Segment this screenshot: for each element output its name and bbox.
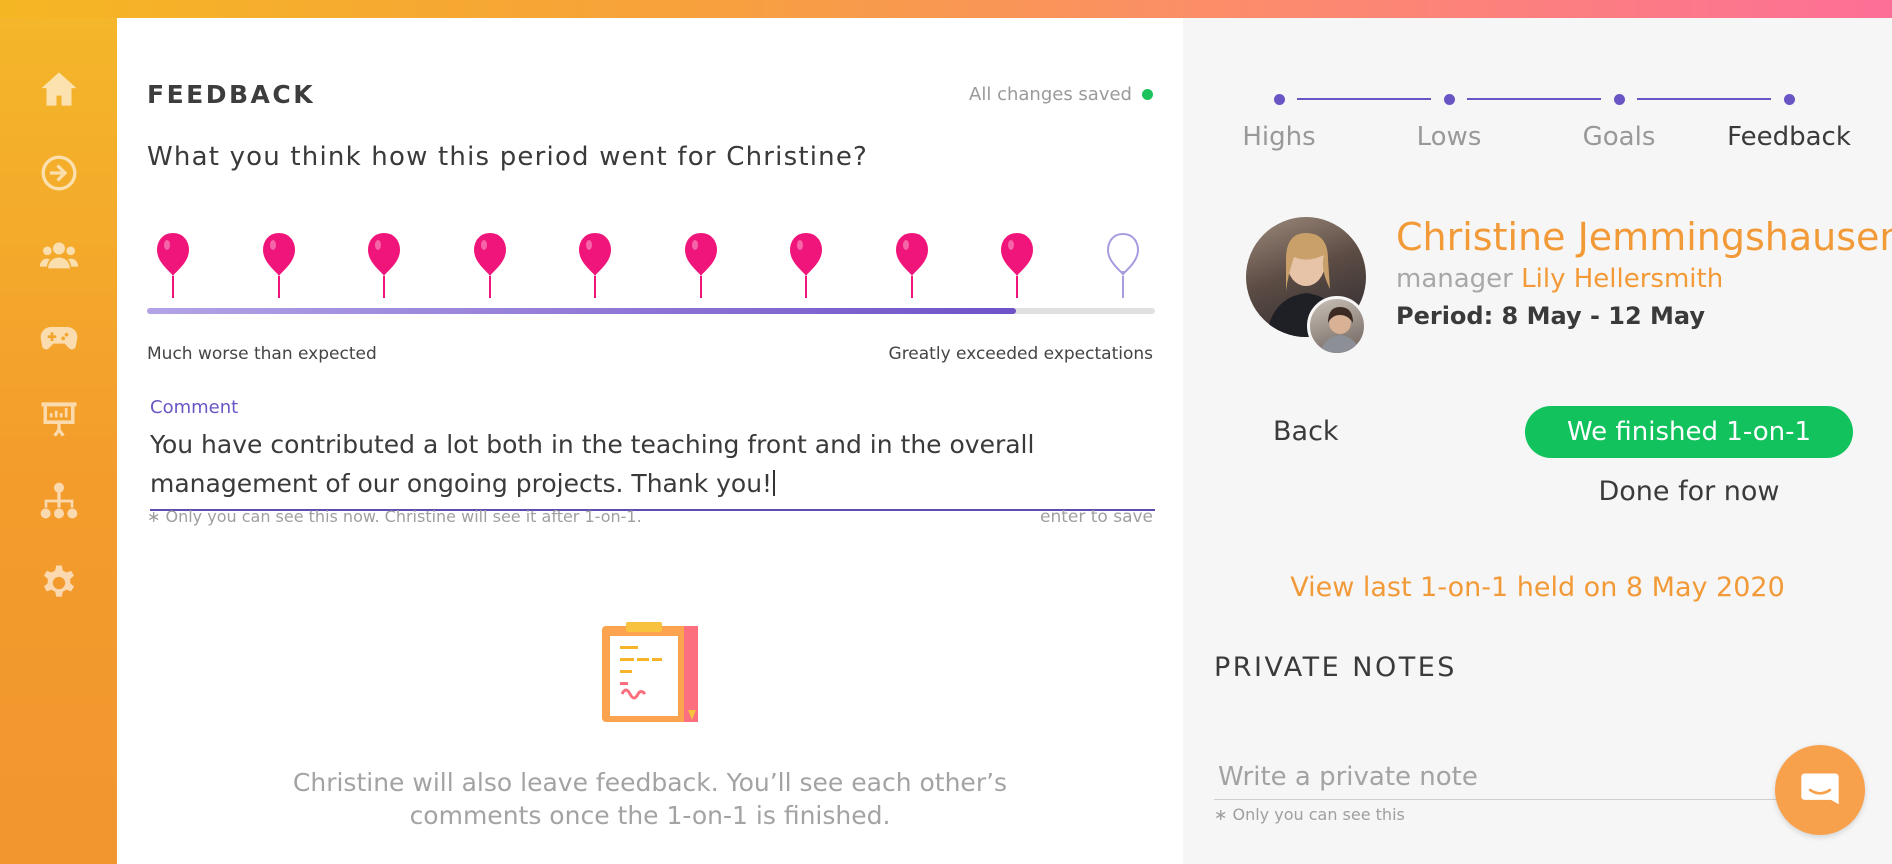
comment-label: Comment	[150, 397, 239, 418]
balloon-filled-icon[interactable]	[683, 232, 719, 300]
users-icon[interactable]	[38, 234, 80, 276]
step-dot	[1443, 94, 1455, 105]
balloon-filled-icon[interactable]	[788, 232, 824, 300]
period-label: Period: 8 May - 12 May	[1396, 302, 1705, 330]
balloon-empty-icon[interactable]	[1105, 232, 1141, 300]
finish-1on1-button[interactable]: We finished 1-on-1	[1525, 406, 1853, 458]
presentation-icon[interactable]	[38, 398, 80, 440]
sidebar	[0, 18, 117, 864]
private-notes-title: PRIVATE NOTES	[1214, 652, 1457, 683]
step-dot	[1783, 94, 1795, 105]
done-for-now-button[interactable]: Done for now	[1525, 476, 1853, 507]
feedback-panel: FEEDBACK All changes saved What you thin…	[117, 18, 1183, 864]
step-dot	[1613, 94, 1625, 105]
feedback-question: What you think how this period went for …	[147, 142, 869, 172]
comment-value: You have contributed a lot both in the t…	[150, 430, 1035, 498]
top-gradient-bar	[0, 0, 1892, 18]
arrow-right-circle-icon[interactable]	[38, 152, 80, 194]
step-feedback[interactable]: Feedback	[1719, 122, 1859, 152]
manager-line: manager Lily Hellersmith	[1396, 264, 1723, 294]
one-on-one-sidebar: Highs Lows Goals Feedback Christine Jemming…	[1183, 18, 1892, 864]
home-icon[interactable]	[38, 68, 80, 110]
save-status: All changes saved	[969, 84, 1153, 105]
shared-feedback-note: Christine will also leave feedback. You’…	[292, 768, 1008, 830]
balloon-filled-icon[interactable]	[155, 232, 191, 300]
step-lows[interactable]: Lows	[1379, 122, 1519, 152]
person-name: Christine Jemmingshausen	[1396, 215, 1892, 259]
private-note-hint: ∗ Only you can see this	[1214, 805, 1405, 824]
step-connector	[1467, 98, 1601, 100]
gear-icon[interactable]	[38, 562, 80, 604]
text-caret	[773, 470, 775, 496]
balloon-filled-icon[interactable]	[366, 232, 402, 300]
manager-prefix: manager	[1396, 264, 1513, 294]
comment-visibility-hint: ∗ Only you can see this now. Christine w…	[147, 507, 642, 526]
comment-textarea[interactable]: You have contributed a lot both in the t…	[150, 425, 1155, 511]
private-note-input[interactable]	[1214, 754, 1814, 800]
step-connector	[1637, 98, 1771, 100]
manager-name[interactable]: Lily Hellersmith	[1521, 264, 1723, 294]
rating-slider[interactable]	[147, 308, 1155, 314]
feedback-title: FEEDBACK	[147, 80, 316, 109]
scale-max-label: Greatly exceeded expectations	[888, 344, 1153, 364]
chat-icon	[1801, 773, 1839, 805]
step-connector	[1297, 98, 1431, 100]
scale-min-label: Much worse than expected	[147, 344, 377, 364]
save-status-text: All changes saved	[969, 84, 1132, 105]
balloon-filled-icon[interactable]	[577, 232, 613, 300]
rating-balloons	[147, 232, 1155, 300]
balloon-filled-icon[interactable]	[261, 232, 297, 300]
balloon-filled-icon[interactable]	[472, 232, 508, 300]
balloon-filled-icon[interactable]	[894, 232, 930, 300]
saved-indicator-dot	[1142, 89, 1153, 100]
enter-to-save-hint: enter to save	[1039, 507, 1153, 527]
step-dot	[1273, 94, 1285, 105]
balloon-filled-icon[interactable]	[999, 232, 1035, 300]
chat-launcher-button[interactable]	[1775, 745, 1865, 835]
step-highs[interactable]: Highs	[1209, 122, 1349, 152]
org-chart-icon[interactable]	[38, 480, 80, 522]
view-last-1on1-link[interactable]: View last 1-on-1 held on 8 May 2020	[1183, 572, 1892, 603]
gamepad-icon[interactable]	[38, 316, 80, 358]
rating-slider-fill	[147, 308, 1016, 314]
back-button[interactable]: Back	[1273, 416, 1339, 447]
clipboard-illustration-icon	[602, 622, 702, 722]
manager-avatar	[1307, 296, 1367, 356]
step-goals[interactable]: Goals	[1549, 122, 1689, 152]
